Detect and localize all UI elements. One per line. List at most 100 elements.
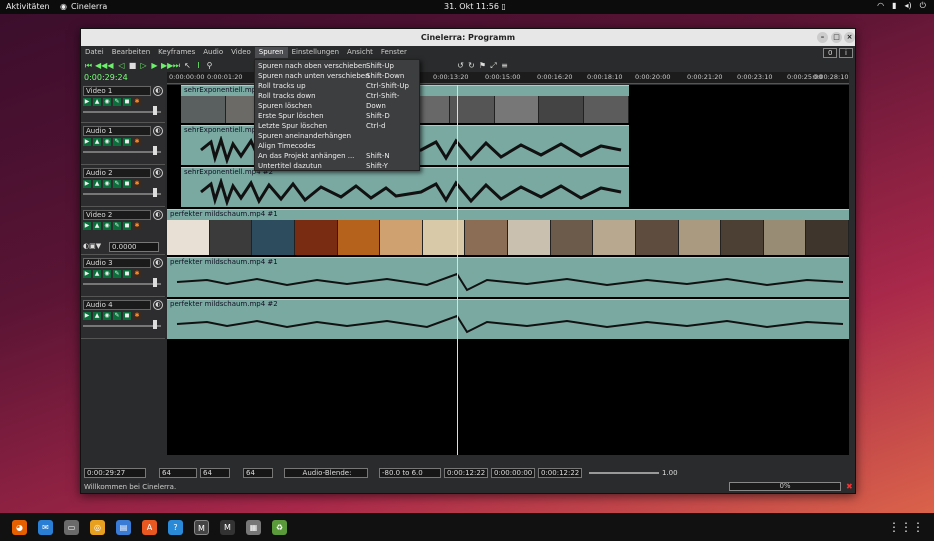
reverse-icon[interactable]: ◀ xyxy=(106,61,115,70)
minimize-button[interactable]: – xyxy=(817,32,828,43)
menu-item[interactable]: Roll tracks down Ctrl-Shift-Down xyxy=(258,91,418,110)
rhythmbox-icon[interactable]: ◎ xyxy=(90,519,105,535)
track-fader[interactable] xyxy=(83,193,161,195)
arm-track-icon[interactable]: ▲ xyxy=(93,98,101,106)
menu-item[interactable]: Spuren nach unten verschieben Shift-Down xyxy=(258,71,418,81)
expand-icon[interactable]: ◐ xyxy=(153,126,163,136)
frame-back-icon[interactable]: ◁ xyxy=(117,61,126,70)
gang-icon[interactable]: ◉ xyxy=(103,222,111,230)
expand-icon[interactable]: ◐ xyxy=(153,168,163,178)
system-tray[interactable]: ◠ ▮ ◂) ⏻ xyxy=(877,1,926,11)
arm-track-icon[interactable]: ▲ xyxy=(93,270,101,278)
menu-spuren[interactable]: Spuren xyxy=(254,47,288,58)
menu-einstellungen[interactable]: Einstellungen xyxy=(288,47,343,58)
amplitude-range-field[interactable]: -80.0 to 6.0 xyxy=(379,468,441,478)
redo-icon[interactable]: ↻ xyxy=(467,61,476,70)
play-track-icon[interactable]: ▶ xyxy=(83,312,91,320)
gang-icon[interactable]: ◉ xyxy=(103,98,111,106)
menu-item[interactable]: Roll tracks up Ctrl-Shift-Up xyxy=(258,81,418,91)
menu-keyframes[interactable]: Keyframes xyxy=(154,47,199,58)
master-icon[interactable]: ✱ xyxy=(133,138,141,146)
trash-icon[interactable]: ♻ xyxy=(272,519,287,535)
menu-item[interactable]: Align Timecodes xyxy=(258,141,418,151)
track-fader[interactable] xyxy=(83,325,161,327)
gang-icon[interactable]: ◉ xyxy=(103,270,111,278)
fader-knob[interactable] xyxy=(153,188,157,197)
mute-icon[interactable]: ◼ xyxy=(123,98,131,106)
menu-item[interactable]: Spuren nach oben verschieben Shift-Up xyxy=(258,61,418,71)
track-name[interactable]: Video 1 xyxy=(83,86,151,96)
gang-icon[interactable]: ◉ xyxy=(103,138,111,146)
mute-icon[interactable]: ◼ xyxy=(123,312,131,320)
software-icon[interactable]: A xyxy=(142,519,157,535)
menu-fenster[interactable]: Fenster xyxy=(377,47,411,58)
cancel-icon[interactable]: ✖ xyxy=(846,482,853,491)
menu-item[interactable]: Untertitel dazutun Shift-Y xyxy=(258,161,418,171)
arrow-tool-icon[interactable]: ↖ xyxy=(183,61,192,70)
mute-icon[interactable]: ◼ xyxy=(123,180,131,188)
fast-reverse-icon[interactable]: ◀◀ xyxy=(95,61,107,70)
cinelerra-dock-icon[interactable]: M xyxy=(194,519,209,535)
speed-slider[interactable] xyxy=(589,472,659,474)
draw-icon[interactable]: ✎ xyxy=(113,138,121,146)
mute-icon[interactable]: ◼ xyxy=(123,138,131,146)
fader-knob[interactable] xyxy=(153,146,157,155)
mute-icon[interactable]: ◼ xyxy=(123,270,131,278)
writer-icon[interactable]: ▤ xyxy=(116,519,131,535)
menu-lines-icon[interactable]: ≡ xyxy=(500,61,509,70)
track-fader[interactable] xyxy=(83,283,161,285)
fit-icon[interactable]: ⤢ xyxy=(489,61,498,70)
files-icon[interactable]: ▭ xyxy=(64,519,79,535)
thunderbird-icon[interactable]: ✉ xyxy=(38,519,53,535)
firefox-icon[interactable]: ◕ xyxy=(12,519,27,535)
video2-edit[interactable]: perfekter mildschaum.mp4 #1 xyxy=(167,209,849,255)
expand-icon[interactable]: ◐ xyxy=(153,86,163,96)
menu-item[interactable]: Spuren löschen xyxy=(258,101,418,111)
info-button[interactable]: i xyxy=(839,48,853,58)
track-name[interactable]: Video 2 xyxy=(83,210,151,220)
video2-value-field[interactable]: 0.0000 xyxy=(109,242,159,252)
draw-icon[interactable]: ✎ xyxy=(113,312,121,320)
frame-forward-icon[interactable]: ▷ xyxy=(139,61,148,70)
maximize-button[interactable]: □ xyxy=(831,32,842,43)
arm-track-icon[interactable]: ▲ xyxy=(93,180,101,188)
activities-button[interactable]: Aktivitäten xyxy=(6,2,50,11)
fader-knob[interactable] xyxy=(153,278,157,287)
app-menu[interactable]: ◉ Cinelerra xyxy=(60,2,107,11)
master-icon[interactable]: ✱ xyxy=(133,270,141,278)
track-fader[interactable] xyxy=(83,151,161,153)
menu-item[interactable]: An das Projekt anhängen ... Shift-N xyxy=(258,151,418,161)
expand-icon[interactable]: ◐ xyxy=(153,300,163,310)
play-track-icon[interactable]: ▶ xyxy=(83,270,91,278)
fast-forward-icon[interactable]: ▶▶ xyxy=(161,61,173,70)
draw-icon[interactable]: ✎ xyxy=(113,98,121,106)
menu-item[interactable]: Erste Spur löschen Shift-D xyxy=(258,111,418,121)
cinelerra-dock-icon-2[interactable]: M xyxy=(220,519,235,535)
play-track-icon[interactable]: ▶ xyxy=(83,138,91,146)
label-icon[interactable]: ⚑ xyxy=(478,61,487,70)
expand-icon[interactable]: ◐ xyxy=(153,258,163,268)
zoom-select-2[interactable]: 64 xyxy=(200,468,230,478)
play-track-icon[interactable]: ▶ xyxy=(83,222,91,230)
zoom-select-3[interactable]: 64 xyxy=(243,468,273,478)
zero-button[interactable]: 0 xyxy=(823,48,837,58)
clock[interactable]: 31. Okt 11:56 ▯ xyxy=(444,2,506,11)
track-name[interactable]: Audio 3 xyxy=(83,258,151,268)
audio3-edit[interactable]: perfekter mildschaum.mp4 #1 xyxy=(167,257,849,297)
playhead-cursor[interactable] xyxy=(457,85,458,455)
fader-knob[interactable] xyxy=(153,320,157,329)
keyframe-icon[interactable]: ⚲ xyxy=(205,61,214,70)
play-track-icon[interactable]: ▶ xyxy=(83,180,91,188)
draw-icon[interactable]: ✎ xyxy=(113,222,121,230)
master-icon[interactable]: ✱ xyxy=(133,98,141,106)
master-icon[interactable]: ✱ xyxy=(133,222,141,230)
position-field[interactable]: 0:00:29:27 xyxy=(84,468,146,478)
app-grid-icon[interactable]: ⋮⋮⋮ xyxy=(888,520,924,534)
arm-track-icon[interactable]: ▲ xyxy=(93,222,101,230)
mute-icon[interactable]: ◼ xyxy=(123,222,131,230)
master-icon[interactable]: ✱ xyxy=(133,312,141,320)
close-button[interactable]: × xyxy=(844,32,855,43)
rewind-start-icon[interactable]: ⏮ xyxy=(84,61,93,70)
undo-icon[interactable]: ↺ xyxy=(456,61,465,70)
fader-knob[interactable] xyxy=(153,106,157,115)
